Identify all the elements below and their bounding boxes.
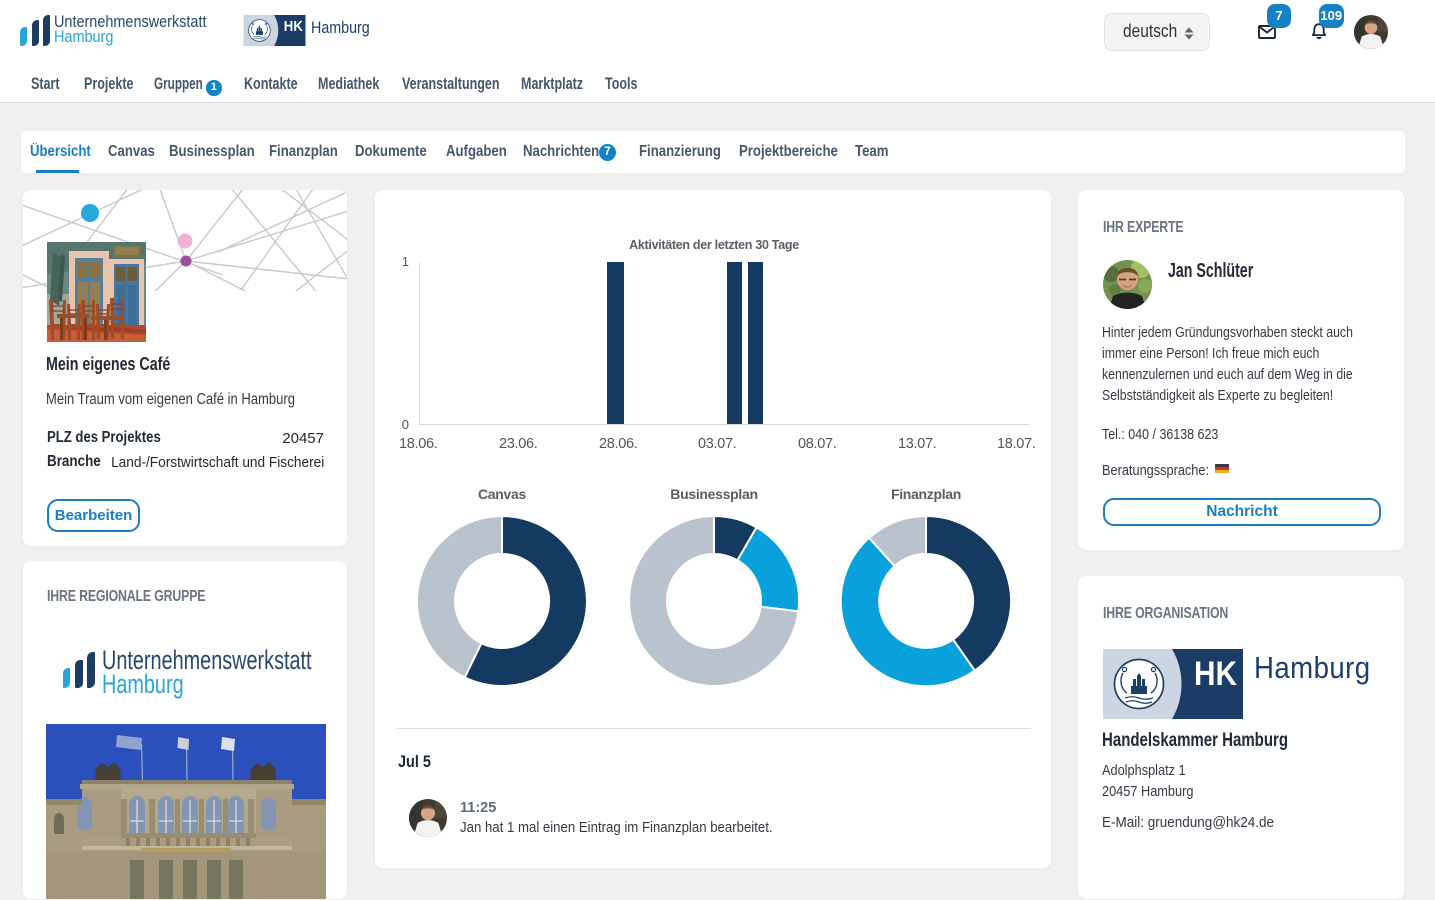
svg-text:HK: HK xyxy=(284,18,303,35)
svg-text:HK: HK xyxy=(1194,655,1237,693)
